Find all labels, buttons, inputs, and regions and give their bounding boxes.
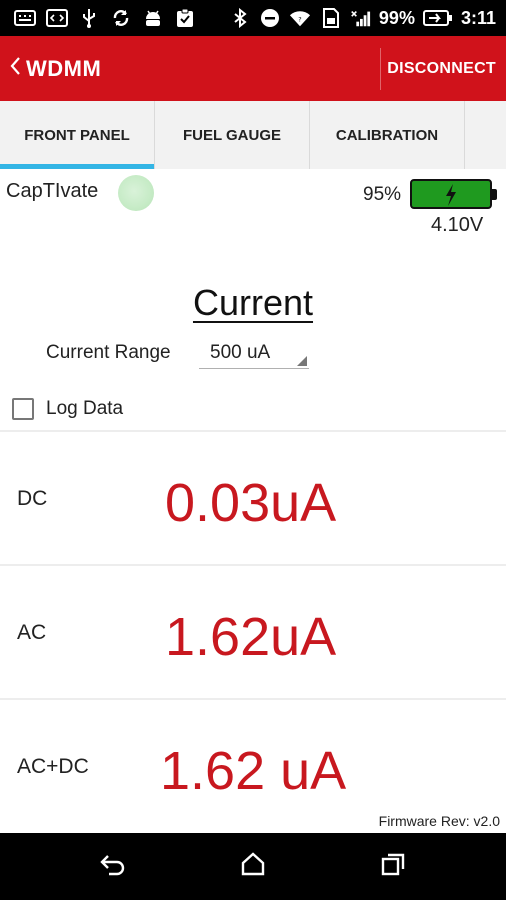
nav-back-button[interactable] [73,833,153,900]
sync-icon [110,8,132,28]
app-bar: WDMM DISCONNECT [0,36,506,101]
current-range-value: 500 uA [210,342,271,363]
reading-label-dc: DC [17,487,48,510]
svg-text:?: ? [298,16,301,24]
home-icon [240,852,266,881]
charging-bolt-icon [442,183,460,212]
tab-overflow[interactable] [465,101,506,169]
log-data-label: Log Data [46,398,124,419]
divider [0,698,506,700]
disconnect-button[interactable]: DISCONNECT [387,36,496,101]
firmware-revision: Firmware Rev: v2.0 [378,813,500,829]
code-icon [46,8,68,28]
wifi-icon: ? [289,8,311,28]
chevron-left-icon [9,56,21,81]
connection-led [118,175,154,211]
tab-fuel-gauge[interactable]: FUEL GAUGE [155,101,310,169]
reading-label-ac: AC [17,621,47,644]
back-icon [99,852,127,881]
tab-calibration[interactable]: CALIBRATION [310,101,465,169]
signal-icon [349,8,371,28]
status-bar: ? 99% 3:11 [0,0,506,36]
divider [0,430,506,432]
battery-icon [422,8,453,28]
page-title-text: Current [192,282,314,323]
navigation-bar [0,833,506,900]
current-range-select[interactable]: 500 uA [199,337,309,369]
reading-value-acdc: 1.62 uA [160,741,347,801]
battery-percent: 95% [363,184,402,205]
divider [0,564,506,566]
android-icon [142,8,164,28]
usb-icon [78,8,100,28]
tab-bar: FRONT PANEL FUEL GAUGE CALIBRATION [0,101,506,169]
appbar-divider [380,48,381,90]
page-title: Current [0,282,506,324]
reading-value-dc: 0.03uA [165,473,337,533]
sd-card-icon [319,8,341,28]
device-name: CapTIvate [6,180,99,202]
do-not-disturb-icon [259,8,281,28]
current-range-label: Current Range [46,342,171,363]
battery-gauge [410,179,497,212]
nav-recents-button[interactable] [353,833,433,900]
nav-home-button[interactable] [213,833,293,900]
log-data-checkbox[interactable] [12,398,34,420]
reading-value-ac: 1.62uA [165,607,337,667]
dropdown-triangle-icon [297,356,307,366]
clipboard-icon [174,8,196,28]
battery-voltage: 4.10V [431,214,484,236]
bluetooth-icon [229,8,251,28]
recents-icon [380,852,406,881]
tab-front-panel[interactable]: FRONT PANEL [0,101,155,169]
back-button[interactable] [0,36,22,101]
keyboard-icon [14,8,36,28]
reading-label-acdc: AC+DC [17,755,89,778]
status-battery-percent: 99% [378,7,415,28]
app-title: WDMM [26,55,102,81]
status-time: 3:11 [460,7,496,28]
